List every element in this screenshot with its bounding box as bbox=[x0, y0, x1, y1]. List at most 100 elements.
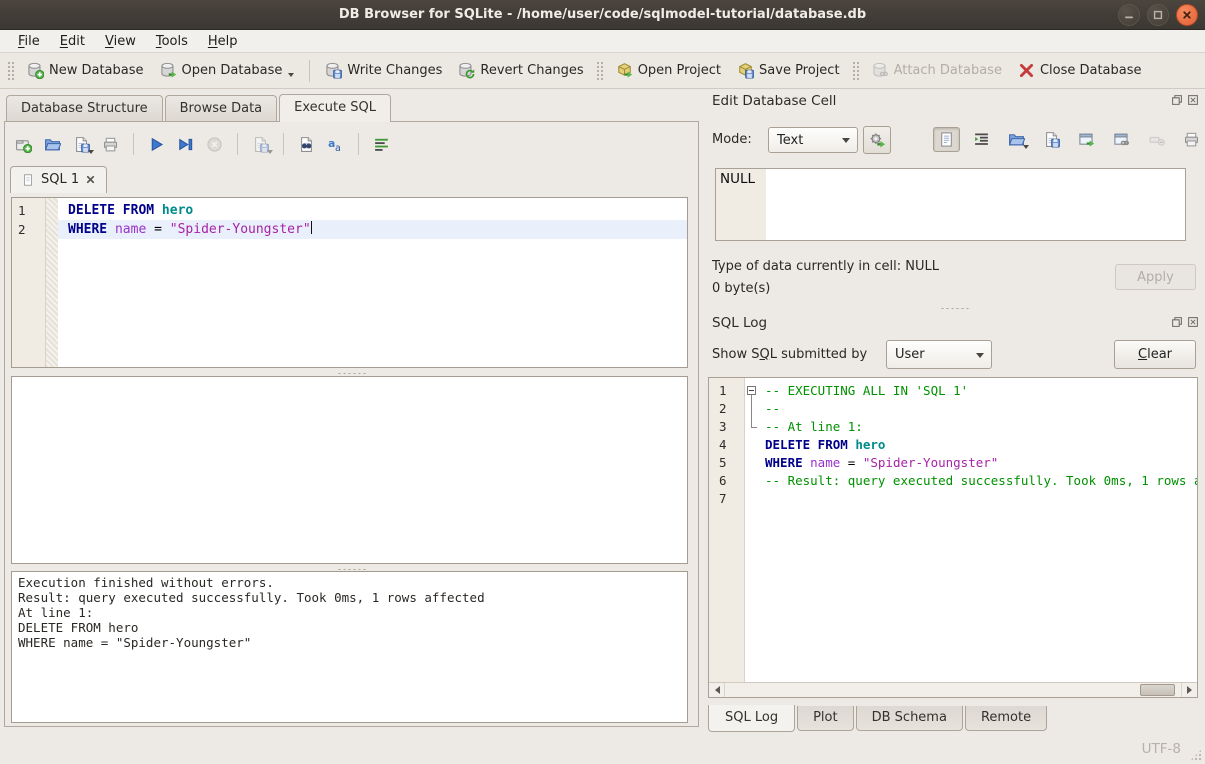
menu-tools[interactable]: Tools bbox=[146, 32, 198, 51]
execute-sql-panel: aa SQL 1 1DELETE FROM hero2WHERE name = … bbox=[4, 121, 699, 727]
close-button[interactable] bbox=[1176, 4, 1198, 26]
save-project-button[interactable]: Save Project bbox=[729, 58, 848, 83]
splitter-docks[interactable] bbox=[705, 305, 1205, 311]
set-null-icon bbox=[1148, 131, 1165, 148]
sql-doc-tabs: SQL 1 bbox=[10, 166, 107, 192]
print-cell-button[interactable] bbox=[1178, 127, 1205, 152]
cell-value-editor[interactable]: NULL bbox=[715, 168, 1186, 241]
main-tabs: Database StructureBrowse DataExecute SQL bbox=[6, 94, 393, 121]
bottom-tab-plot[interactable]: Plot bbox=[797, 706, 854, 731]
editor-line[interactable]: 2WHERE name = "Spider-Youngster" bbox=[12, 220, 687, 239]
revert-changes-button[interactable]: Revert Changes bbox=[450, 58, 591, 83]
menu-file[interactable]: File bbox=[8, 32, 50, 51]
horizontal-scrollbar[interactable] bbox=[709, 682, 1197, 697]
tab-database-structure[interactable]: Database Structure bbox=[6, 95, 163, 121]
text-mode-button[interactable] bbox=[933, 127, 960, 152]
sql-file-icon bbox=[21, 173, 35, 187]
svg-text:a: a bbox=[335, 142, 341, 152]
execute-current-line-button[interactable] bbox=[172, 132, 199, 157]
fold-margin bbox=[745, 418, 763, 436]
close-tab-icon[interactable] bbox=[85, 174, 96, 185]
open-database-button[interactable]: Open Database bbox=[152, 58, 303, 83]
splitter-handle-icon bbox=[940, 307, 970, 310]
minimize-icon bbox=[1121, 7, 1137, 23]
minimize-button[interactable] bbox=[1118, 4, 1140, 26]
print-sql-button[interactable] bbox=[97, 132, 124, 157]
export-data-button[interactable] bbox=[1038, 127, 1065, 152]
fold-collapse-icon[interactable] bbox=[747, 386, 756, 395]
toolbar-separator bbox=[358, 133, 359, 155]
dropdown-caret-icon bbox=[1023, 145, 1029, 152]
fold-margin bbox=[46, 220, 58, 239]
menu-help[interactable]: Help bbox=[198, 32, 248, 51]
bottom-tab-db-schema[interactable]: DB Schema bbox=[856, 706, 963, 731]
text-mode-icon bbox=[938, 131, 955, 148]
float-icon bbox=[1170, 93, 1184, 107]
maximize-button[interactable] bbox=[1147, 4, 1169, 26]
tab-browse-data[interactable]: Browse Data bbox=[165, 95, 278, 121]
toolbar-separator bbox=[133, 133, 134, 155]
line-number: 2 bbox=[12, 220, 46, 239]
execute-all-button[interactable] bbox=[143, 132, 170, 157]
import-data-button[interactable] bbox=[1003, 127, 1030, 152]
bottom-tab-remote[interactable]: Remote bbox=[965, 706, 1047, 731]
menu-view[interactable]: View bbox=[95, 32, 146, 51]
float-dock-button[interactable] bbox=[1170, 93, 1184, 107]
close-database-icon bbox=[1018, 62, 1035, 79]
sql-toolbar: aa bbox=[10, 127, 395, 161]
open-project-button[interactable]: Open Project bbox=[608, 58, 729, 83]
fold-margin bbox=[46, 201, 58, 220]
log-line: 2-- bbox=[709, 400, 1197, 418]
attach-database-icon bbox=[872, 62, 889, 79]
open-sql-file-button[interactable] bbox=[39, 132, 66, 157]
auto-switch-mode-button[interactable] bbox=[863, 126, 891, 154]
editor-line[interactable]: 1DELETE FROM hero bbox=[12, 201, 687, 220]
main-content: Database StructureBrowse DataExecute SQL… bbox=[0, 89, 1205, 732]
titlebar[interactable]: DB Browser for SQLite - /home/user/code/… bbox=[0, 0, 1205, 30]
close-dock-button[interactable] bbox=[1186, 93, 1200, 107]
indent-wrap-button[interactable] bbox=[968, 127, 995, 152]
line-number: 7 bbox=[709, 490, 745, 508]
bottom-tab-sql-log[interactable]: SQL Log bbox=[708, 705, 795, 732]
scroll-right-button[interactable] bbox=[1181, 683, 1197, 697]
sql-log-view[interactable]: 1-- EXECUTING ALL IN 'SQL 1'2--3-- At li… bbox=[708, 377, 1198, 698]
sql-log-filter-select[interactable]: User bbox=[886, 340, 992, 369]
menu-edit[interactable]: Edit bbox=[50, 32, 95, 51]
open-in-external-button[interactable] bbox=[1073, 127, 1100, 152]
mode-select[interactable]: Text bbox=[768, 127, 858, 153]
window-title: DB Browser for SQLite - /home/user/code/… bbox=[0, 0, 1205, 30]
apply-button[interactable]: Apply bbox=[1115, 264, 1196, 290]
export-results-button bbox=[247, 132, 274, 157]
tab-execute-sql[interactable]: Execute SQL bbox=[279, 94, 391, 122]
find-replace-button[interactable] bbox=[293, 132, 320, 157]
new-sql-tab-button[interactable] bbox=[10, 132, 37, 157]
scrollbar-thumb[interactable] bbox=[1140, 684, 1175, 696]
copy-link-button[interactable] bbox=[1108, 127, 1135, 152]
sql-editor[interactable]: 1DELETE FROM hero2WHERE name = "Spider-Y… bbox=[11, 197, 688, 368]
cell-size-text: 0 byte(s) bbox=[712, 281, 770, 296]
dropdown-caret-icon[interactable] bbox=[288, 73, 294, 80]
save-sql-file-button[interactable] bbox=[68, 132, 95, 157]
log-line: 4DELETE FROM hero bbox=[709, 436, 1197, 454]
stop-execution-button bbox=[201, 132, 228, 157]
new-database-button[interactable]: New Database bbox=[19, 58, 152, 83]
new-database-icon bbox=[27, 62, 44, 79]
clear-log-button[interactable]: Clear bbox=[1114, 340, 1196, 369]
chevron-down-icon bbox=[969, 341, 991, 368]
close-database-button[interactable]: Close Database bbox=[1010, 58, 1150, 83]
close-dock-button[interactable] bbox=[1186, 315, 1200, 329]
dropdown-caret-icon bbox=[88, 150, 94, 157]
edit-cell-dock-title: Edit Database Cell bbox=[712, 93, 836, 109]
line-number: 3 bbox=[709, 418, 745, 436]
format-sql-button[interactable]: aa bbox=[322, 132, 349, 157]
fold-margin bbox=[745, 472, 763, 490]
sql-doc-tab[interactable]: SQL 1 bbox=[10, 166, 107, 193]
float-dock-button[interactable] bbox=[1170, 315, 1184, 329]
menubar: FileEditViewToolsHelp bbox=[0, 30, 1205, 53]
mode-value: Text bbox=[769, 133, 835, 148]
scroll-left-button[interactable] bbox=[709, 683, 725, 697]
resize-grip[interactable] bbox=[1190, 749, 1202, 761]
write-changes-button[interactable]: Write Changes bbox=[317, 58, 450, 83]
word-wrap-button[interactable] bbox=[368, 132, 395, 157]
copy-link-icon bbox=[1113, 131, 1130, 148]
